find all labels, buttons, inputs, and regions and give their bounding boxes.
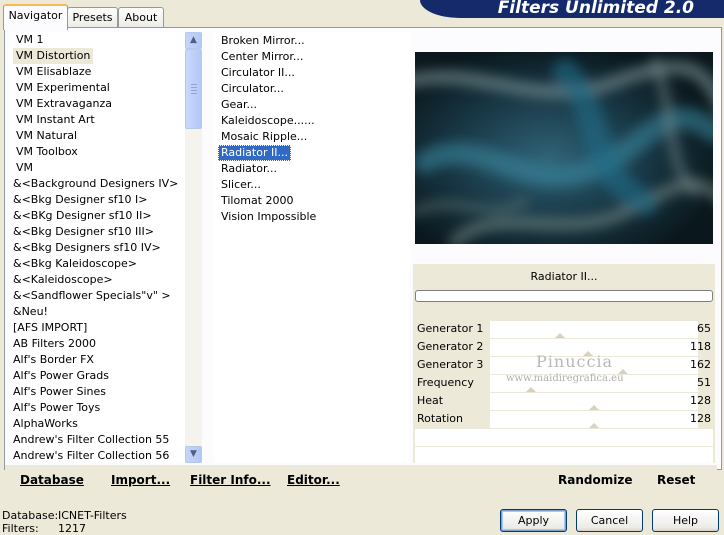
progress-bar: [415, 290, 713, 302]
slider-heat[interactable]: Heat 128: [415, 393, 713, 410]
slider-label: Rotation: [417, 412, 464, 425]
filter-item[interactable]: Gear...: [218, 97, 260, 113]
slider-generator-1[interactable]: Generator 1 65: [415, 321, 713, 338]
category-item[interactable]: Alf's Power Toys: [10, 400, 103, 416]
category-item[interactable]: &<Background Designers IV>: [10, 176, 181, 192]
filter-item[interactable]: Kaleidoscope......: [218, 113, 318, 129]
slider-value: 118: [690, 340, 711, 353]
scroll-down-button[interactable]: ▼: [185, 446, 202, 463]
watermark-site: www.maidiregrafica.eu: [506, 373, 624, 384]
scroll-up-button[interactable]: ▲: [185, 32, 202, 49]
randomize-button[interactable]: Randomize: [558, 473, 632, 487]
filters-status-label: Filters:: [2, 522, 39, 535]
filter-item[interactable]: Vision Impossible: [218, 209, 319, 225]
category-item[interactable]: Andrew's Filter Collection 55: [10, 432, 172, 448]
category-item[interactable]: VM Extravaganza: [13, 96, 115, 112]
category-item[interactable]: VM 1: [13, 32, 47, 48]
category-item[interactable]: &<Bkg Designers sf10 IV>: [10, 240, 164, 256]
category-item[interactable]: VM Toolbox: [13, 144, 81, 160]
filter-item[interactable]: Center Mirror...: [218, 49, 306, 65]
filters-status-value: 1217: [58, 522, 86, 535]
slider-label: Frequency: [417, 376, 474, 389]
slider-value: 128: [690, 412, 711, 425]
slider-rotation[interactable]: Rotation 128: [415, 411, 713, 428]
watermark-name: Pinuccia: [536, 352, 614, 371]
category-item[interactable]: &<BKg Designer sf10 II>: [10, 208, 155, 224]
filter-item[interactable]: Circulator II...: [218, 65, 298, 81]
app-title-banner: Filters Unlimited 2.0: [420, 0, 724, 18]
slider-label: Generator 1: [417, 322, 484, 335]
database-button[interactable]: Database: [20, 473, 84, 487]
filter-info-button[interactable]: Filter Info...: [190, 473, 271, 487]
slider-value: 128: [690, 394, 711, 407]
import-button[interactable]: Import...: [111, 473, 170, 487]
filter-item[interactable]: Circulator...: [218, 81, 287, 97]
category-item[interactable]: &<Bkg Designer sf10 I>: [10, 192, 151, 208]
slider-thumb[interactable]: [555, 333, 565, 338]
scroll-thumb[interactable]: [185, 49, 202, 129]
slider-value: 51: [697, 376, 711, 389]
help-button[interactable]: Help: [652, 509, 719, 532]
category-item[interactable]: Alf's Border FX: [10, 352, 97, 368]
category-item[interactable]: VM: [13, 160, 36, 176]
slider-label: Heat: [417, 394, 444, 407]
category-item[interactable]: &<Sandflower Specials"v" >: [10, 288, 174, 304]
category-item[interactable]: [AFS IMPORT]: [10, 320, 90, 336]
filter-item[interactable]: Radiator...: [218, 161, 280, 177]
empty-slider-row: [415, 429, 713, 446]
category-scrollbar[interactable]: ▲ ▼: [185, 32, 202, 463]
filter-item-selected[interactable]: Radiator II...: [218, 145, 291, 161]
tab-navigator[interactable]: Navigator: [3, 4, 68, 30]
slider-value: 162: [690, 358, 711, 371]
category-item[interactable]: VM Experimental: [13, 80, 113, 96]
database-status-label: Database:: [2, 509, 59, 522]
database-status-value: ICNET-Filters: [58, 509, 127, 522]
reset-button[interactable]: Reset: [657, 473, 695, 487]
preview-image: [415, 52, 713, 244]
category-item[interactable]: &<Bkg Kaleidoscope>: [10, 256, 140, 272]
slider-label: Generator 2: [417, 340, 484, 353]
slider-track[interactable]: [490, 393, 698, 410]
selected-filter-name: Radiator II...: [530, 270, 598, 283]
category-item[interactable]: AB Filters 2000: [10, 336, 99, 352]
filter-item[interactable]: Mosaic Ripple...: [218, 129, 310, 145]
category-item[interactable]: &Neu!: [10, 304, 51, 320]
slider-track[interactable]: [490, 321, 698, 338]
slider-thumb[interactable]: [589, 423, 599, 428]
filter-item[interactable]: Broken Mirror...: [218, 33, 308, 49]
filter-item[interactable]: Slicer...: [218, 177, 264, 193]
category-item[interactable]: &<Kaleidoscope>: [10, 272, 116, 288]
slider-thumb[interactable]: [589, 405, 599, 410]
filter-list[interactable]: Broken Mirror... Center Mirror... Circul…: [214, 32, 410, 463]
category-item[interactable]: VM Natural: [13, 128, 80, 144]
tab-presets[interactable]: Presets: [67, 7, 118, 28]
slider-track[interactable]: [490, 411, 698, 428]
slider-value: 65: [697, 322, 711, 335]
slider-label: Generator 3: [417, 358, 484, 371]
cancel-button[interactable]: Cancel: [576, 509, 643, 532]
category-item[interactable]: Alf's Power Sines: [10, 384, 109, 400]
category-item[interactable]: Andrew's Filter Collection 56: [10, 448, 172, 463]
category-item[interactable]: &<Bkg Designer sf10 III>: [10, 224, 157, 240]
filter-item[interactable]: Tilomat 2000: [218, 193, 296, 209]
category-item[interactable]: VM Elisablaze: [13, 64, 94, 80]
empty-slider-row: [415, 447, 713, 463]
tab-about[interactable]: About: [118, 7, 164, 28]
apply-button[interactable]: Apply: [500, 509, 567, 532]
category-item-selected[interactable]: VM Distortion: [13, 48, 94, 64]
editor-button[interactable]: Editor...: [287, 473, 340, 487]
category-list[interactable]: VM 1 VM Distortion VM Elisablaze VM Expe…: [9, 32, 185, 463]
category-item[interactable]: VM Instant Art: [13, 112, 98, 128]
category-item[interactable]: Alf's Power Grads: [10, 368, 112, 384]
slider-thumb[interactable]: [526, 387, 536, 392]
category-item[interactable]: AlphaWorks: [10, 416, 81, 432]
